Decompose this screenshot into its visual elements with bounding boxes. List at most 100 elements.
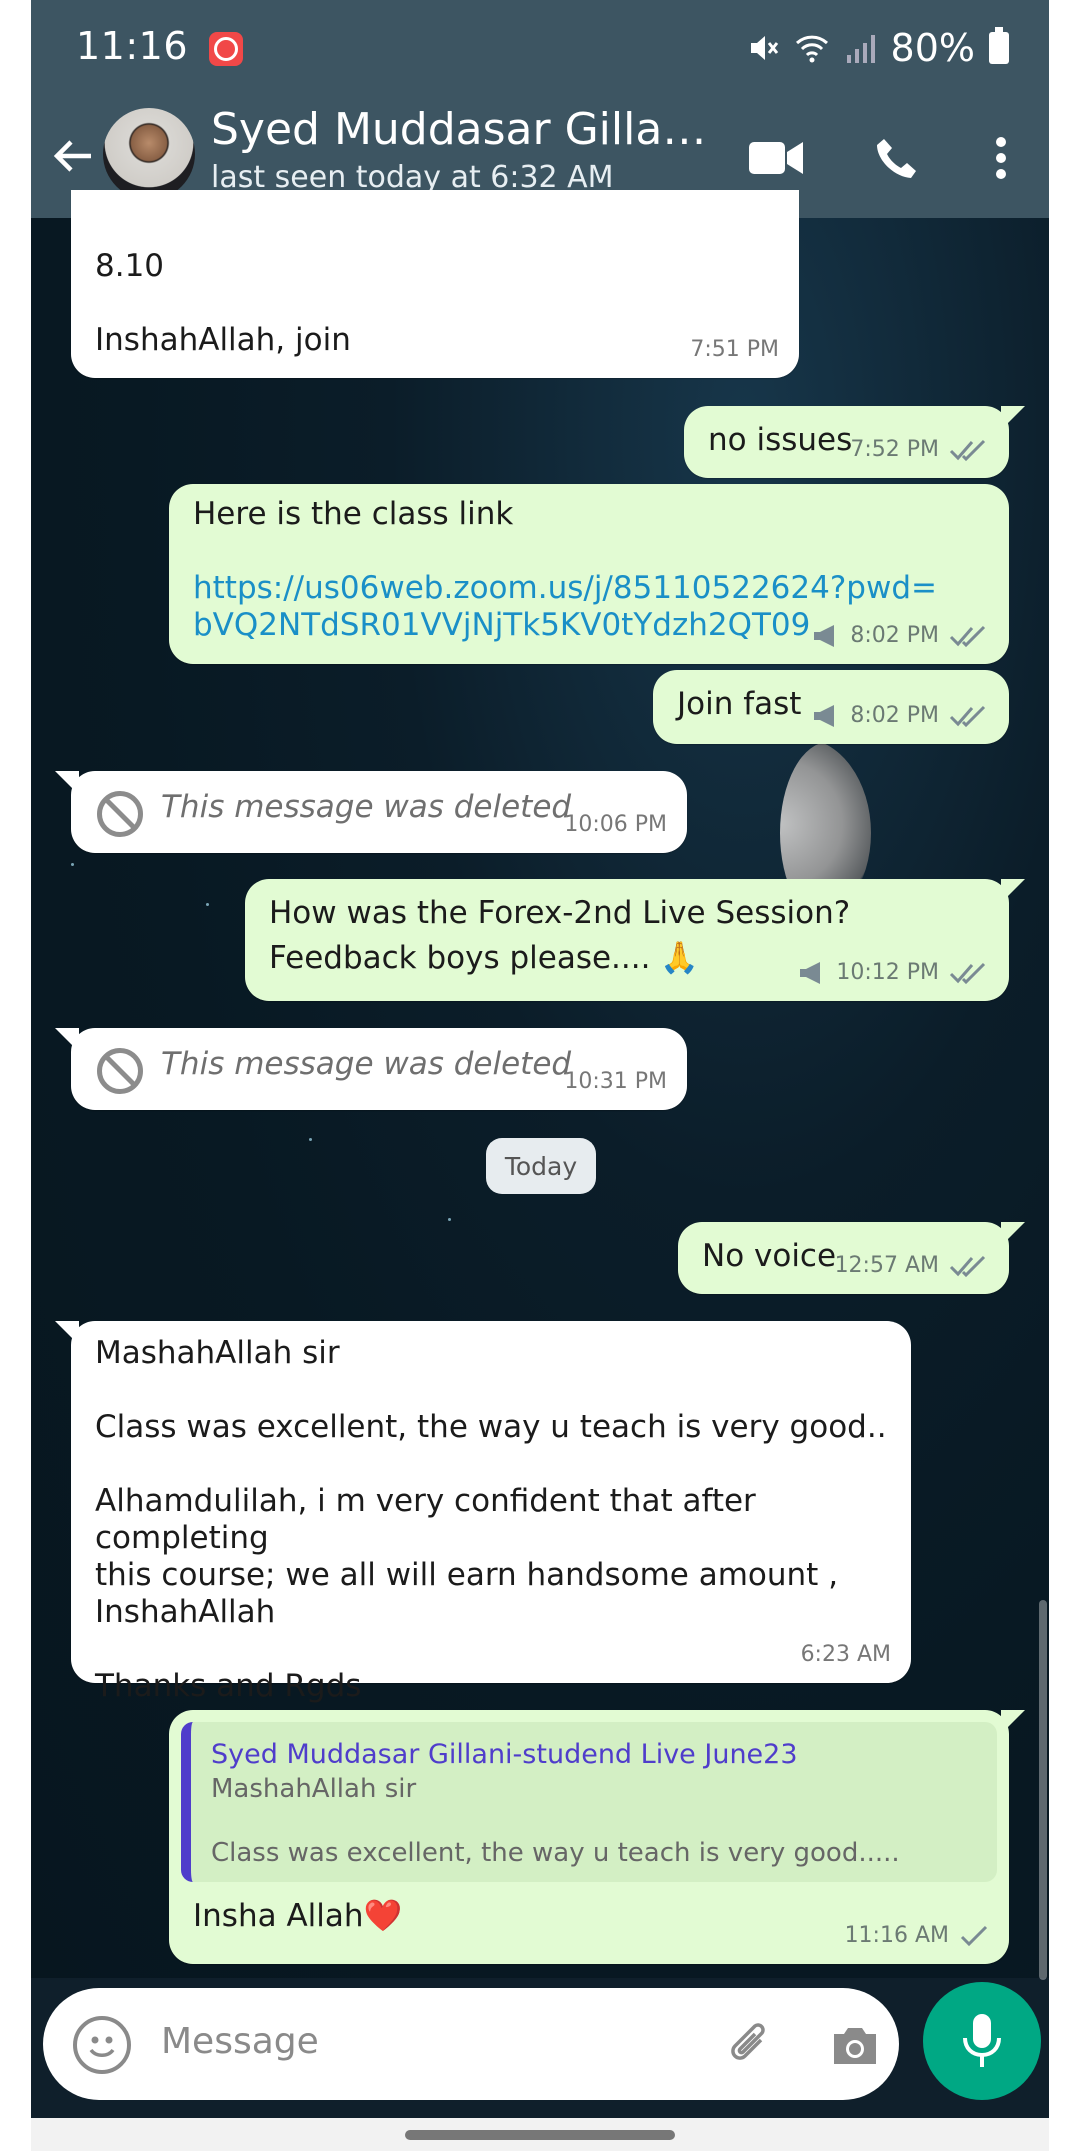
contact-avatar[interactable] xyxy=(103,108,195,200)
message-time: 8:02 PM xyxy=(850,703,939,728)
double-check-icon xyxy=(949,439,986,461)
quoted-line: Class was excellent, the way u teach is … xyxy=(211,1838,900,1868)
broadcast-icon xyxy=(814,704,835,727)
message-outgoing-link[interactable]: Here is the class link https://us06web.z… xyxy=(169,484,1009,664)
message-time: 10:12 PM xyxy=(836,960,939,985)
message-incoming[interactable]: 8.10 InshahAllah, join 7:51 PM xyxy=(71,190,799,378)
camera-icon xyxy=(834,2028,876,2064)
chat-scrollbar[interactable] xyxy=(1039,1600,1047,1980)
message-text: How was the Forex-2nd Live Session? Feed… xyxy=(269,891,850,981)
message-meta: 10:12 PM xyxy=(798,954,989,991)
message-text: Here is the class link xyxy=(193,496,514,532)
message-outgoing[interactable]: Join fast 8:02 PM xyxy=(653,670,1009,744)
quoted-sender: Syed Muddasar Gillani-studend Live June2… xyxy=(211,1739,798,1770)
message-line: Alhamdulilah, i m very confident that af… xyxy=(95,1483,756,1556)
message-outgoing-reply[interactable]: Syed Muddasar Gillani-studend Live June2… xyxy=(169,1710,1025,1964)
message-time: 6:23 AM xyxy=(800,1642,891,1667)
attach-button[interactable] xyxy=(721,2016,781,2076)
broadcast-icon xyxy=(814,624,835,647)
message-line: Feedback boys please.... 🙏 xyxy=(269,940,699,976)
message-meta: 7:51 PM xyxy=(690,331,779,368)
message-time: 10:31 PM xyxy=(564,1069,667,1094)
broadcast-icon xyxy=(800,961,821,984)
message-text: Join fast xyxy=(677,686,802,722)
composer-bar: Message xyxy=(31,1978,1049,2128)
mute-icon xyxy=(750,36,778,60)
quoted-line: MashahAllah sir xyxy=(211,1774,417,1804)
voice-message-button[interactable] xyxy=(923,1982,1041,2100)
wifi-icon xyxy=(795,35,828,63)
double-check-icon xyxy=(949,1255,986,1277)
message-text: No voice xyxy=(702,1238,837,1274)
chat-screen: 11:16 80% Syed Muddasar Gillani-... last… xyxy=(31,0,1049,2151)
message-text: This message was deleted xyxy=(161,789,572,825)
message-text: MashahAllah sir Class was excellent, the… xyxy=(95,1335,911,1705)
message-meta: 8:02 PM xyxy=(812,617,989,654)
message-text: This message was deleted xyxy=(161,1046,572,1082)
message-text: no issues xyxy=(708,422,853,458)
message-line: 8.10 xyxy=(95,248,165,284)
message-line: Thanks and Rgds xyxy=(95,1668,362,1704)
status-icons: 80% xyxy=(747,26,1009,70)
message-outgoing[interactable]: No voice 12:57 AM xyxy=(678,1222,1025,1294)
message-line: this course; we all will earn handsome a… xyxy=(95,1557,839,1593)
message-time: 12:57 AM xyxy=(834,1253,939,1278)
message-line: How was the Forex-2nd Live Session? xyxy=(269,895,851,931)
status-bar: 11:16 80% xyxy=(31,0,1049,100)
emoji-button[interactable] xyxy=(73,2016,131,2074)
message-meta: 11:16 AM xyxy=(845,1917,989,1954)
message-time: 11:16 AM xyxy=(844,1923,949,1948)
video-camera-icon xyxy=(749,142,803,174)
system-nav-bar xyxy=(31,2118,1049,2151)
message-meta: 10:06 PM xyxy=(564,806,667,843)
message-line: Class was excellent, the way u teach is … xyxy=(95,1409,887,1445)
message-line: InshahAllah, join xyxy=(95,322,351,358)
message-placeholder: Message xyxy=(161,2021,319,2062)
arrow-left-icon xyxy=(53,140,91,172)
video-call-button[interactable] xyxy=(741,128,811,188)
message-meta: 12:57 AM xyxy=(835,1247,989,1284)
contact-name[interactable]: Syed Muddasar Gillani-... xyxy=(211,104,711,155)
microphone-icon xyxy=(963,2014,1001,2067)
paperclip-icon xyxy=(731,2023,765,2060)
message-deleted[interactable]: This message was deleted 10:31 PM xyxy=(55,1028,687,1110)
message-time: 10:06 PM xyxy=(564,812,667,837)
signal-icon xyxy=(846,35,875,63)
quoted-message[interactable]: Syed Muddasar Gillani-studend Live June2… xyxy=(181,1722,997,1882)
home-indicator[interactable] xyxy=(405,2130,675,2140)
message-time: 7:52 PM xyxy=(850,437,939,462)
more-options-button[interactable] xyxy=(971,128,1031,188)
message-meta: 6:23 AM xyxy=(801,1636,891,1673)
message-meta: 7:52 PM xyxy=(850,431,989,468)
battery-icon xyxy=(989,27,1009,64)
more-vert-icon xyxy=(996,137,1006,179)
notification-app-icon xyxy=(209,32,243,66)
voice-call-button[interactable] xyxy=(861,128,931,188)
message-meta: 8:02 PM xyxy=(812,697,989,734)
double-check-icon xyxy=(949,962,986,984)
deleted-icon xyxy=(97,1048,143,1094)
message-text: Insha Allah❤️ xyxy=(193,1898,403,1934)
smiley-icon xyxy=(89,2036,115,2057)
battery-percent: 80% xyxy=(890,26,975,70)
message-time: 7:51 PM xyxy=(690,337,779,362)
deleted-icon xyxy=(97,791,143,837)
message-input[interactable]: Message xyxy=(43,1988,899,2100)
phone-icon xyxy=(877,139,916,178)
message-line: MashahAllah sir xyxy=(95,1335,340,1371)
date-divider: Today xyxy=(486,1138,596,1194)
message-line: InshahAllah xyxy=(95,1594,276,1630)
status-time: 11:16 xyxy=(76,24,189,68)
message-time: 8:02 PM xyxy=(850,623,939,648)
message-meta: 10:31 PM xyxy=(564,1063,667,1100)
camera-button[interactable] xyxy=(825,2016,885,2076)
message-text: 8.10 InshahAllah, join xyxy=(95,248,351,359)
single-check-icon xyxy=(960,1925,988,1946)
double-check-icon xyxy=(949,705,986,727)
back-button[interactable] xyxy=(43,126,103,186)
message-link-line: https://us06web.zoom.us/j/85110522624?pw… xyxy=(193,570,937,606)
message-deleted[interactable]: This message was deleted 10:06 PM xyxy=(55,771,687,853)
message-incoming[interactable]: MashahAllah sir Class was excellent, the… xyxy=(55,1321,911,1704)
message-outgoing[interactable]: How was the Forex-2nd Live Session? Feed… xyxy=(245,879,1025,1001)
message-outgoing[interactable]: no issues 7:52 PM xyxy=(684,406,1025,478)
